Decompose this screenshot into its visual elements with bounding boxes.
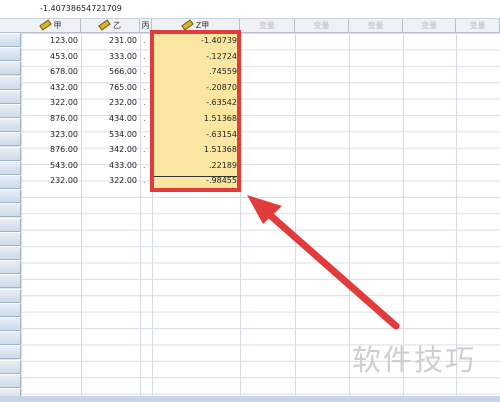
column-header-1[interactable]: 甲 <box>21 19 81 32</box>
cell-jia[interactable]: 323.00 <box>21 127 81 143</box>
cell-jia[interactable]: 876.00 <box>21 111 81 127</box>
row-header[interactable] <box>0 61 21 76</box>
cell-yi[interactable]: 322.00 <box>81 173 140 189</box>
row-header[interactable] <box>0 217 21 232</box>
formula-value[interactable]: -1.40738654721709 <box>40 4 122 13</box>
row-header[interactable] <box>0 260 21 275</box>
column-header-9[interactable]: 变量 <box>456 19 500 32</box>
column-header-label: 变量 <box>469 21 486 30</box>
cell-yi[interactable]: 434.00 <box>81 111 140 127</box>
cell-yi[interactable]: 231.00 <box>81 33 140 49</box>
cell-jia[interactable]: 453.00 <box>21 49 81 65</box>
column-header-6[interactable]: 变量 <box>295 19 349 32</box>
column-header-label: 变量 <box>421 21 437 30</box>
grid-vline <box>295 33 296 402</box>
ruler-icon <box>98 19 111 31</box>
row-header[interactable] <box>0 33 21 47</box>
column-header-5[interactable]: 变量 <box>240 19 295 32</box>
cell-jia[interactable]: 876.00 <box>21 142 81 158</box>
row-header[interactable] <box>0 47 21 62</box>
grid-vline <box>349 33 350 402</box>
row-header[interactable] <box>0 175 21 189</box>
column-header-label: 甲 <box>53 21 62 30</box>
red-annotation-box <box>150 30 241 192</box>
row-header[interactable] <box>0 331 21 346</box>
cell-yi[interactable]: 566.00 <box>81 64 140 80</box>
ruler-icon <box>38 19 52 31</box>
column-header-7[interactable]: 变量 <box>349 19 403 32</box>
column-header-label: 变量 <box>367 21 384 30</box>
row-header[interactable] <box>0 246 21 260</box>
watermark-text: 软件技巧 <box>352 343 477 377</box>
cell-jia[interactable]: 123.00 <box>21 33 81 49</box>
row-header[interactable] <box>0 302 21 317</box>
bottom-scroll-strip[interactable] <box>0 396 500 402</box>
column-header-row: 甲 乙 丙 Z甲 变量 变量 变量 变量 变量 <box>0 19 500 33</box>
row-header[interactable] <box>0 75 21 90</box>
cell-yi[interactable]: 232.00 <box>81 95 140 111</box>
row-header[interactable] <box>0 203 21 218</box>
row-header[interactable] <box>0 146 21 161</box>
row-header[interactable] <box>0 89 21 104</box>
cell-yi[interactable]: 534.00 <box>81 127 140 143</box>
cell-jia[interactable]: 432.00 <box>21 80 81 96</box>
cell-jia[interactable]: 543.00 <box>21 158 81 174</box>
row-header-column <box>0 33 21 402</box>
cell-yi[interactable]: 433.00 <box>81 158 140 174</box>
row-header[interactable] <box>0 160 21 175</box>
column-header-label: 变量 <box>313 21 330 30</box>
formula-bar[interactable]: -1.40738654721709 <box>0 0 500 19</box>
cell-jia[interactable]: 678.00 <box>21 64 81 80</box>
cell-yi[interactable]: 765.00 <box>81 80 140 96</box>
column-header-2[interactable]: 乙 <box>81 19 140 32</box>
row-header[interactable] <box>0 274 21 289</box>
column-header-label: 变量 <box>259 21 275 30</box>
row-header[interactable] <box>0 189 21 204</box>
row-header[interactable] <box>0 104 21 118</box>
column-header-label: 乙 <box>113 21 121 30</box>
row-header[interactable] <box>0 373 21 388</box>
row-header[interactable] <box>0 359 21 374</box>
row-header[interactable] <box>0 288 21 303</box>
row-header[interactable] <box>0 118 21 133</box>
cell-jia[interactable]: 232.00 <box>21 173 81 189</box>
cell-yi[interactable]: 333.00 <box>81 49 140 65</box>
column-header-8[interactable]: 变量 <box>403 19 456 32</box>
cell-jia[interactable]: 322.00 <box>21 95 81 111</box>
row-header[interactable] <box>0 231 21 246</box>
row-header[interactable] <box>0 132 21 147</box>
row-header[interactable] <box>0 345 21 360</box>
column-header-label: 丙 <box>141 21 150 30</box>
ruler-icon <box>181 19 194 31</box>
cell-yi[interactable]: 342.00 <box>81 142 140 158</box>
row-header[interactable] <box>0 317 21 331</box>
column-header-label: Z甲 <box>195 21 210 30</box>
